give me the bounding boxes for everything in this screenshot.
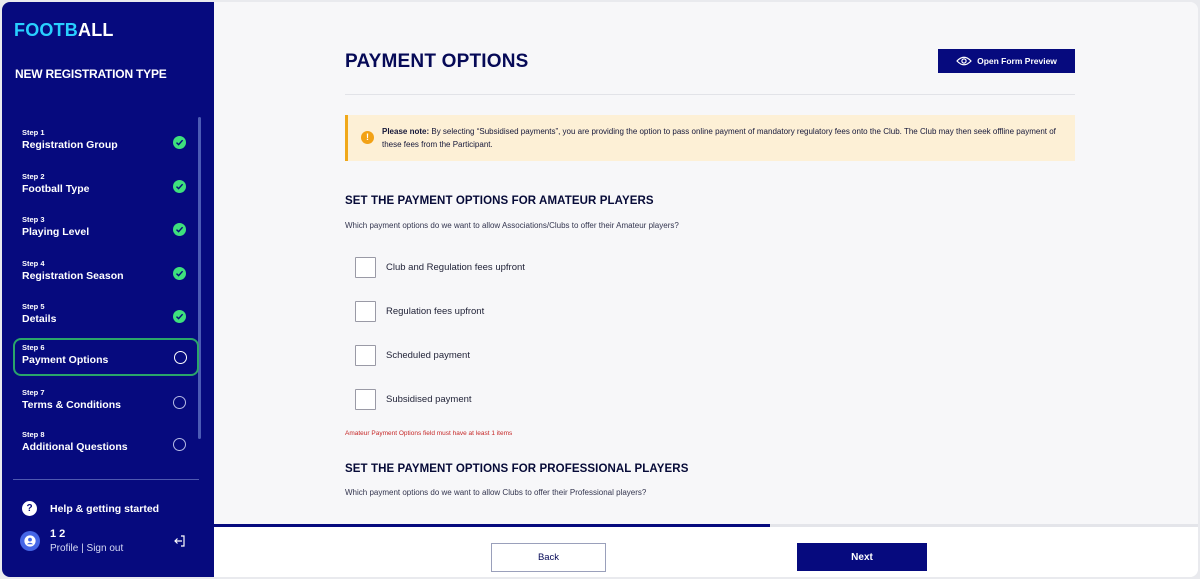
footer-bar: Back Next (214, 527, 1198, 577)
notice-label: Please note: (382, 127, 430, 136)
user-avatar-icon[interactable] (20, 531, 40, 551)
option-label: Subsidised payment (386, 394, 472, 405)
app-window: FOOTBALL NEW REGISTRATION TYPE Step 1 Re… (2, 2, 1198, 577)
empty-circle-icon (173, 396, 186, 409)
step-6-payment-options[interactable]: Step 6 Payment Options (13, 338, 199, 376)
sidebar: FOOTBALL NEW REGISTRATION TYPE Step 1 Re… (2, 2, 214, 577)
main-content: PAYMENT OPTIONS Open Form Preview ! Plea… (214, 2, 1198, 577)
option-scheduled-payment[interactable]: Scheduled payment (355, 345, 470, 366)
option-regulation-fees-upfront[interactable]: Regulation fees upfront (355, 301, 484, 322)
amateur-options-error: Amateur Payment Options field must have … (345, 430, 513, 437)
user-name: 1 2 (50, 528, 66, 540)
sidebar-title: NEW REGISTRATION TYPE (15, 67, 167, 81)
step-4-registration-season[interactable]: Step 4 Registration Season (13, 254, 199, 294)
step-number: Step 4 (22, 259, 45, 268)
step-2-football-type[interactable]: Step 2 Football Type (13, 167, 199, 207)
page-title: PAYMENT OPTIONS (345, 51, 529, 72)
professional-section-title: SET THE PAYMENT OPTIONS FOR PROFESSIONAL… (345, 463, 689, 475)
help-label: Help & getting started (50, 502, 160, 515)
step-number: Step 6 (22, 343, 45, 352)
step-8-additional-questions[interactable]: Step 8 Additional Questions (13, 425, 199, 465)
help-icon: ? (22, 501, 37, 516)
step-number: Step 2 (22, 172, 45, 181)
next-button[interactable]: Next (797, 543, 927, 571)
checkbox[interactable] (355, 257, 376, 278)
brand-logo-part2: ALL (78, 20, 114, 40)
step-label: Payment Options (22, 354, 109, 366)
check-circle-icon (173, 267, 186, 280)
open-form-preview-button[interactable]: Open Form Preview (938, 49, 1075, 73)
option-club-and-regulation-fees-upfront[interactable]: Club and Regulation fees upfront (355, 257, 525, 278)
step-number: Step 1 (22, 128, 45, 137)
sign-out-link[interactable]: Sign out (87, 543, 124, 554)
notice-banner: ! Please note: By selecting “Subsidised … (345, 115, 1075, 161)
professional-section-question: Which payment options do we want to allo… (345, 488, 647, 497)
step-3-playing-level[interactable]: Step 3 Playing Level (13, 210, 199, 250)
eye-icon (956, 56, 972, 66)
step-number: Step 8 (22, 430, 45, 439)
help-link[interactable]: ? Help & getting started (22, 501, 159, 516)
step-5-details[interactable]: Step 5 Details (13, 297, 199, 337)
empty-circle-icon (174, 351, 187, 364)
profile-separator: | (81, 543, 84, 554)
option-label: Club and Regulation fees upfront (386, 262, 525, 273)
profile-link[interactable]: Profile (50, 543, 78, 554)
amateur-section-title: SET THE PAYMENT OPTIONS FOR AMATEUR PLAY… (345, 195, 654, 207)
step-7-terms-conditions[interactable]: Step 7 Terms & Conditions (13, 383, 199, 423)
check-circle-icon (173, 310, 186, 323)
brand-logo[interactable]: FOOTBALL (14, 20, 114, 41)
sidebar-divider (13, 479, 199, 480)
check-circle-icon (173, 136, 186, 149)
step-number: Step 5 (22, 302, 45, 311)
open-form-preview-label: Open Form Preview (977, 56, 1057, 66)
checkbox[interactable] (355, 301, 376, 322)
amateur-section-question: Which payment options do we want to allo… (345, 221, 679, 230)
warning-icon: ! (361, 131, 374, 144)
brand-logo-part1: FOOTB (14, 20, 78, 40)
check-circle-icon (173, 223, 186, 236)
notice-body: By selecting “Subsidised payments”, you … (382, 127, 1056, 149)
option-label: Scheduled payment (386, 350, 470, 361)
check-circle-icon (173, 180, 186, 193)
sign-out-icon[interactable] (173, 534, 187, 553)
step-number: Step 7 (22, 388, 45, 397)
empty-circle-icon (173, 438, 186, 451)
profile-links: Profile | Sign out (50, 543, 123, 554)
option-label: Regulation fees upfront (386, 306, 485, 317)
step-number: Step 3 (22, 215, 45, 224)
checkbox[interactable] (355, 345, 376, 366)
notice-text: Please note: By selecting “Subsidised pa… (382, 126, 1062, 151)
title-divider (345, 94, 1075, 95)
checkbox[interactable] (355, 389, 376, 410)
step-1-registration-group[interactable]: Step 1 Registration Group (13, 123, 199, 163)
back-button[interactable]: Back (491, 543, 606, 572)
option-subsidised-payment[interactable]: Subsidised payment (355, 389, 472, 410)
